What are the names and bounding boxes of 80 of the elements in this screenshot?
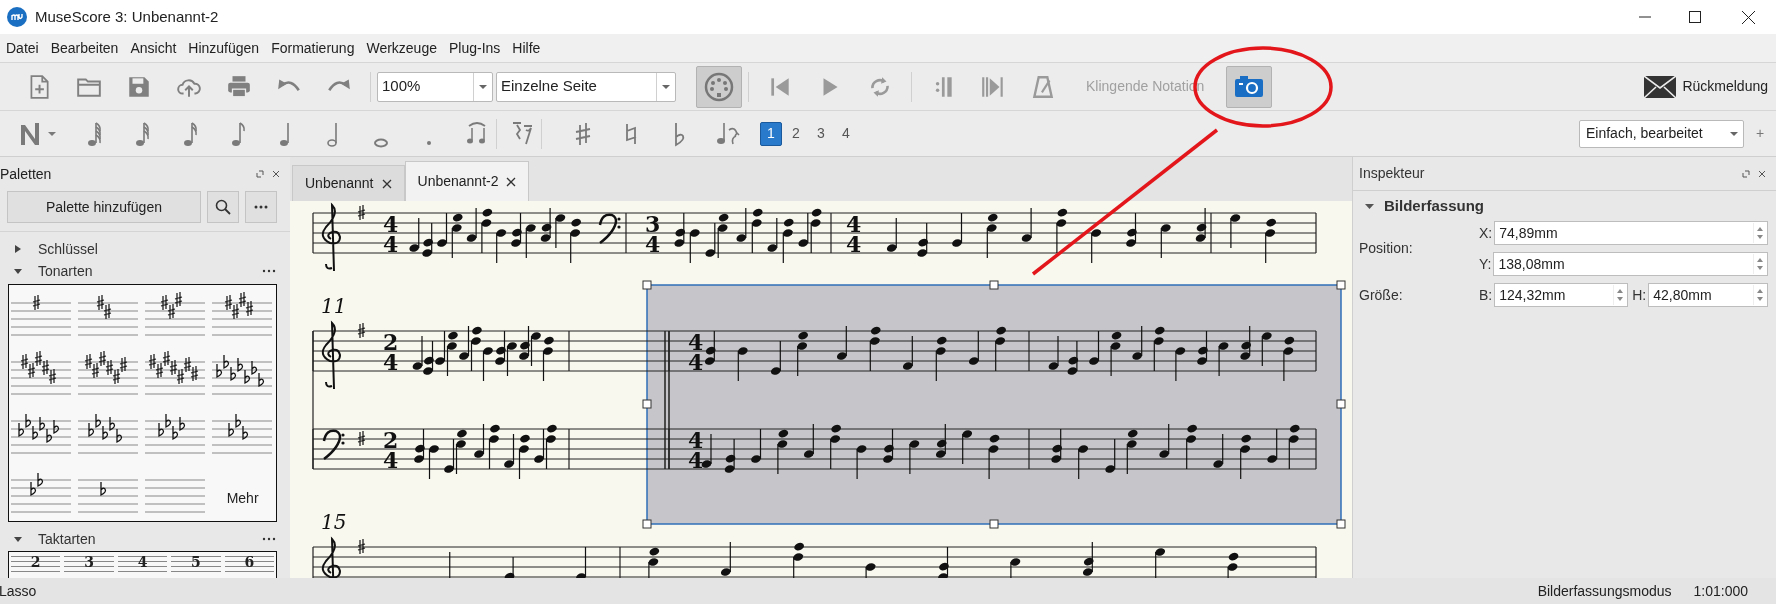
voice-button[interactable]: 4 bbox=[835, 121, 857, 146]
app-logo-icon bbox=[7, 7, 27, 27]
envelope-icon bbox=[1644, 75, 1677, 98]
field-label: B: bbox=[1479, 285, 1493, 305]
close-icon[interactable] bbox=[1758, 169, 1766, 178]
field-label: X: bbox=[1479, 223, 1493, 243]
collapsed-arrow-icon[interactable] bbox=[14, 245, 22, 253]
menu-item[interactable]: Ansicht bbox=[124, 37, 183, 59]
menu-item[interactable]: Datei bbox=[0, 37, 45, 59]
spin-box[interactable]: 74,89mm bbox=[1494, 221, 1768, 245]
print-icon[interactable] bbox=[226, 73, 252, 100]
resize-handle[interactable] bbox=[1336, 280, 1346, 290]
panel-title: Inspekteur bbox=[1359, 164, 1426, 183]
more-icon[interactable] bbox=[262, 269, 276, 273]
status-text: Bilderfassungsmodus bbox=[1537, 581, 1672, 601]
expanded-arrow-icon[interactable] bbox=[1365, 202, 1374, 210]
bass-clef-icon bbox=[598, 213, 621, 244]
panel-title: Paletten bbox=[0, 164, 53, 184]
more-icon bbox=[254, 205, 268, 209]
float-icon[interactable] bbox=[1742, 169, 1750, 178]
document-tab[interactable]: Unbenannt bbox=[292, 165, 405, 201]
field-label: H: bbox=[1632, 285, 1647, 305]
voice-button[interactable]: 2 bbox=[785, 121, 807, 146]
zoom-dropdown[interactable]: 100% bbox=[377, 71, 493, 102]
resize-handle[interactable] bbox=[642, 519, 652, 529]
palette-section-header[interactable]: Taktarten bbox=[38, 528, 262, 550]
status-text: Lasso bbox=[0, 581, 38, 601]
workspace-dropdown[interactable]: Einfach, bearbeitet bbox=[1579, 119, 1744, 148]
resize-handle[interactable] bbox=[989, 519, 999, 529]
spin-box[interactable]: 124,32mm bbox=[1494, 283, 1629, 307]
caret-icon[interactable] bbox=[46, 129, 58, 138]
maximize-icon bbox=[1689, 11, 1701, 23]
close-icon[interactable] bbox=[506, 176, 517, 187]
add-workspace-button[interactable]: + bbox=[1750, 123, 1770, 144]
search-button[interactable] bbox=[207, 191, 239, 223]
palette-section-header[interactable]: Tonarten bbox=[38, 260, 262, 282]
measure-number: 11 bbox=[321, 294, 347, 318]
field-label: Position: bbox=[1359, 239, 1414, 258]
menu-item[interactable]: Bearbeiten bbox=[44, 37, 125, 59]
section-header[interactable]: Bilderfassung bbox=[1384, 194, 1485, 218]
resize-handle[interactable] bbox=[1336, 399, 1346, 409]
resize-handle[interactable] bbox=[989, 280, 999, 290]
menu-item[interactable]: Hilfe bbox=[506, 37, 547, 59]
close-icon bbox=[1741, 10, 1755, 24]
close-icon[interactable] bbox=[381, 178, 392, 189]
more-icon[interactable] bbox=[262, 537, 276, 541]
spin-box[interactable]: 42,80mm bbox=[1648, 283, 1768, 307]
more-link[interactable]: Mehr bbox=[226, 488, 259, 509]
palette-section-header[interactable]: Schlüssel bbox=[38, 238, 276, 260]
menu-item[interactable]: Werkzeuge bbox=[360, 37, 443, 59]
add-palette-button[interactable]: Palette hinzufügen bbox=[7, 191, 201, 223]
spin-box[interactable]: 138,08mm bbox=[1493, 252, 1768, 276]
voice-button[interactable]: 3 bbox=[810, 121, 832, 146]
metronome-icon[interactable] bbox=[1030, 73, 1056, 100]
image-capture-button[interactable] bbox=[1226, 65, 1273, 108]
minimize-icon bbox=[1639, 16, 1651, 18]
field-label: Größe: bbox=[1359, 285, 1404, 305]
feedback-link[interactable]: Rückmeldung bbox=[1682, 76, 1768, 97]
menu-item[interactable]: Formatierung bbox=[265, 37, 361, 59]
document-tab[interactable]: Unbenannt-2 bbox=[404, 161, 530, 201]
menu-item[interactable]: Plug-Ins bbox=[443, 37, 507, 59]
search-icon bbox=[215, 199, 231, 215]
close-icon[interactable] bbox=[272, 170, 280, 178]
resize-handle[interactable] bbox=[642, 280, 652, 290]
voice-button[interactable]: 1 bbox=[760, 121, 782, 146]
resize-handle[interactable] bbox=[1336, 519, 1346, 529]
midi-input-button[interactable] bbox=[696, 65, 742, 108]
midi-plug-icon bbox=[704, 71, 734, 102]
expanded-arrow-icon[interactable] bbox=[14, 267, 22, 275]
float-icon[interactable] bbox=[256, 170, 264, 178]
more-button[interactable] bbox=[245, 191, 277, 223]
measure-number: 15 bbox=[321, 510, 347, 534]
window-title: MuseScore 3: Unbenannt-2 bbox=[35, 6, 219, 27]
view-mode-dropdown[interactable]: Einzelne Seite bbox=[496, 71, 676, 102]
expanded-arrow-icon[interactable] bbox=[14, 535, 22, 543]
status-text: 1:01:000 bbox=[1693, 581, 1748, 601]
menu-item[interactable]: Hinzufügen bbox=[182, 37, 266, 59]
camera-icon bbox=[1234, 75, 1265, 98]
field-label: Y: bbox=[1479, 254, 1492, 274]
resize-handle[interactable] bbox=[642, 399, 652, 409]
